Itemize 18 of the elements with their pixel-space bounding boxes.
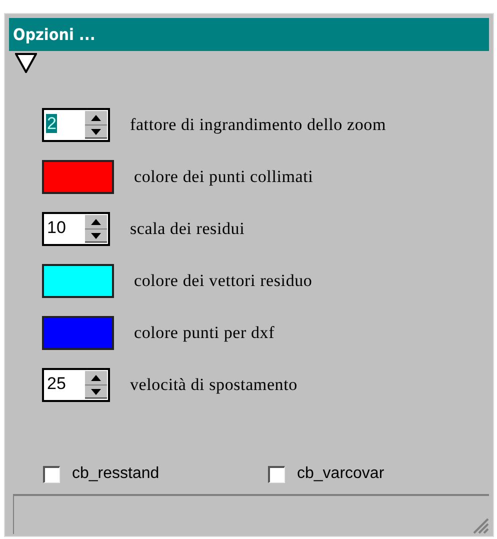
- collapse-triangle-icon[interactable]: [15, 53, 37, 73]
- number-spinner[interactable]: 25: [42, 368, 110, 402]
- color-swatch[interactable]: [42, 316, 114, 350]
- color-swatch[interactable]: [42, 264, 114, 298]
- checkbox-label: cb_resstand: [72, 465, 160, 483]
- option-label: fattore di ingrandimento dello zoom: [130, 115, 386, 135]
- window-title: Opzioni ...: [9, 18, 489, 51]
- option-label: scala dei residui: [130, 219, 245, 239]
- number-spinner[interactable]: 2: [42, 108, 110, 142]
- option-label: colore dei punti collimati: [134, 167, 314, 187]
- checkbox[interactable]: [268, 466, 285, 482]
- option-label: colore dei vettori residuo: [134, 271, 312, 291]
- number-spinner[interactable]: 10: [42, 212, 110, 246]
- option-label: velocità di spostamento: [130, 375, 298, 395]
- checkbox-label: cb_varcovar: [297, 465, 384, 483]
- color-swatch[interactable]: [42, 160, 114, 194]
- checkbox[interactable]: [43, 466, 60, 482]
- option-label: colore punti per dxf: [134, 323, 275, 343]
